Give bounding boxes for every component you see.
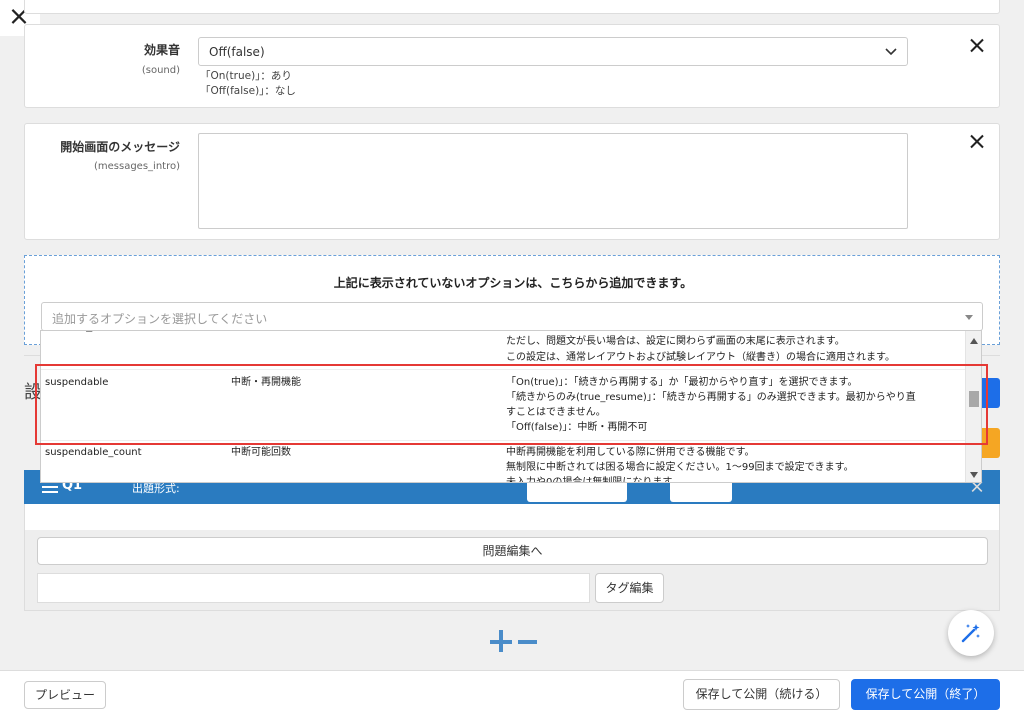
sound-note-on: 「On(true)」：あり: [200, 70, 292, 82]
option-desc-1: 中断再開機能を利用している際に併用できる機能です。: [506, 447, 755, 458]
add-option-heading: 上記に表示されていないオプションは、こちらから追加できます。: [333, 276, 693, 290]
magic-wand-icon: [961, 624, 980, 643]
dropdown-prev-row-fragment: =: [85, 330, 94, 336]
dropdown-option-suspendable-count[interactable]: suspendable_count 中断可能回数 中断再開機能を利用している際に…: [41, 445, 966, 483]
caret-down-icon: [965, 315, 973, 320]
add-question-icon[interactable]: [490, 630, 514, 654]
question-body-white: [25, 504, 999, 530]
highlight-box: [35, 364, 988, 445]
remove-question-minus-icon[interactable]: [518, 640, 537, 644]
add-option-placeholder: 追加するオプションを選択してください: [52, 312, 268, 326]
sound-sublabel: (sound): [141, 65, 180, 76]
intro-sublabel: (messages_intro): [93, 161, 180, 172]
ai-assist-button[interactable]: [948, 610, 994, 656]
save-publish-continue-button[interactable]: 保存して公開（続ける）: [683, 679, 840, 710]
add-option-select[interactable]: 追加するオプションを選択してください: [41, 302, 983, 331]
sound-label: 効果音: [143, 43, 180, 57]
edit-question-button[interactable]: 問題編集へ: [37, 537, 988, 565]
option-card-above: [24, 0, 1000, 14]
option-desc-2: 無制限に中断されては困る場合に設定ください。1～99回まで設定できます。: [506, 462, 854, 473]
sound-select-value: Off(false): [209, 45, 265, 59]
dropdown-prev-desc-2: この設定は、通常レイアウトおよび試験レイアウト（縦書き）の場合に適用されます。: [506, 352, 895, 363]
remove-sound-option-icon[interactable]: [967, 36, 987, 56]
scroll-down-icon[interactable]: [970, 472, 978, 478]
sound-select[interactable]: Off(false): [198, 37, 908, 66]
intro-textarea[interactable]: [198, 133, 908, 229]
intro-label: 開始画面のメッセージ: [60, 140, 180, 154]
save-publish-finish-button[interactable]: 保存して公開（終了）: [851, 679, 1000, 710]
tag-edit-button[interactable]: タグ編集: [595, 573, 664, 603]
sound-note-off: 「Off(false)」：なし: [200, 85, 296, 97]
option-card-intro: 開始画面のメッセージ (messages_intro): [24, 123, 1000, 240]
option-desc-3: 未入力や0の場合は無制限になります。: [506, 477, 682, 483]
option-card-sound: 効果音 (sound) Off(false) 「On(true)」：あり 「Of…: [24, 24, 1000, 108]
scroll-up-icon[interactable]: [970, 338, 978, 344]
option-key: suspendable_count: [45, 447, 142, 458]
dropdown-prev-desc-1: ただし、問題文が長い場合は、設定に関わらず画面の末尾に表示されます。: [506, 336, 845, 347]
tag-input[interactable]: [37, 573, 590, 603]
remove-intro-option-icon[interactable]: [967, 132, 987, 152]
option-name: 中断可能回数: [231, 447, 291, 458]
question-body: 問題編集へ タグ編集: [24, 504, 1000, 611]
chevron-down-icon: [885, 48, 897, 56]
preview-button[interactable]: プレビュー: [24, 681, 106, 709]
